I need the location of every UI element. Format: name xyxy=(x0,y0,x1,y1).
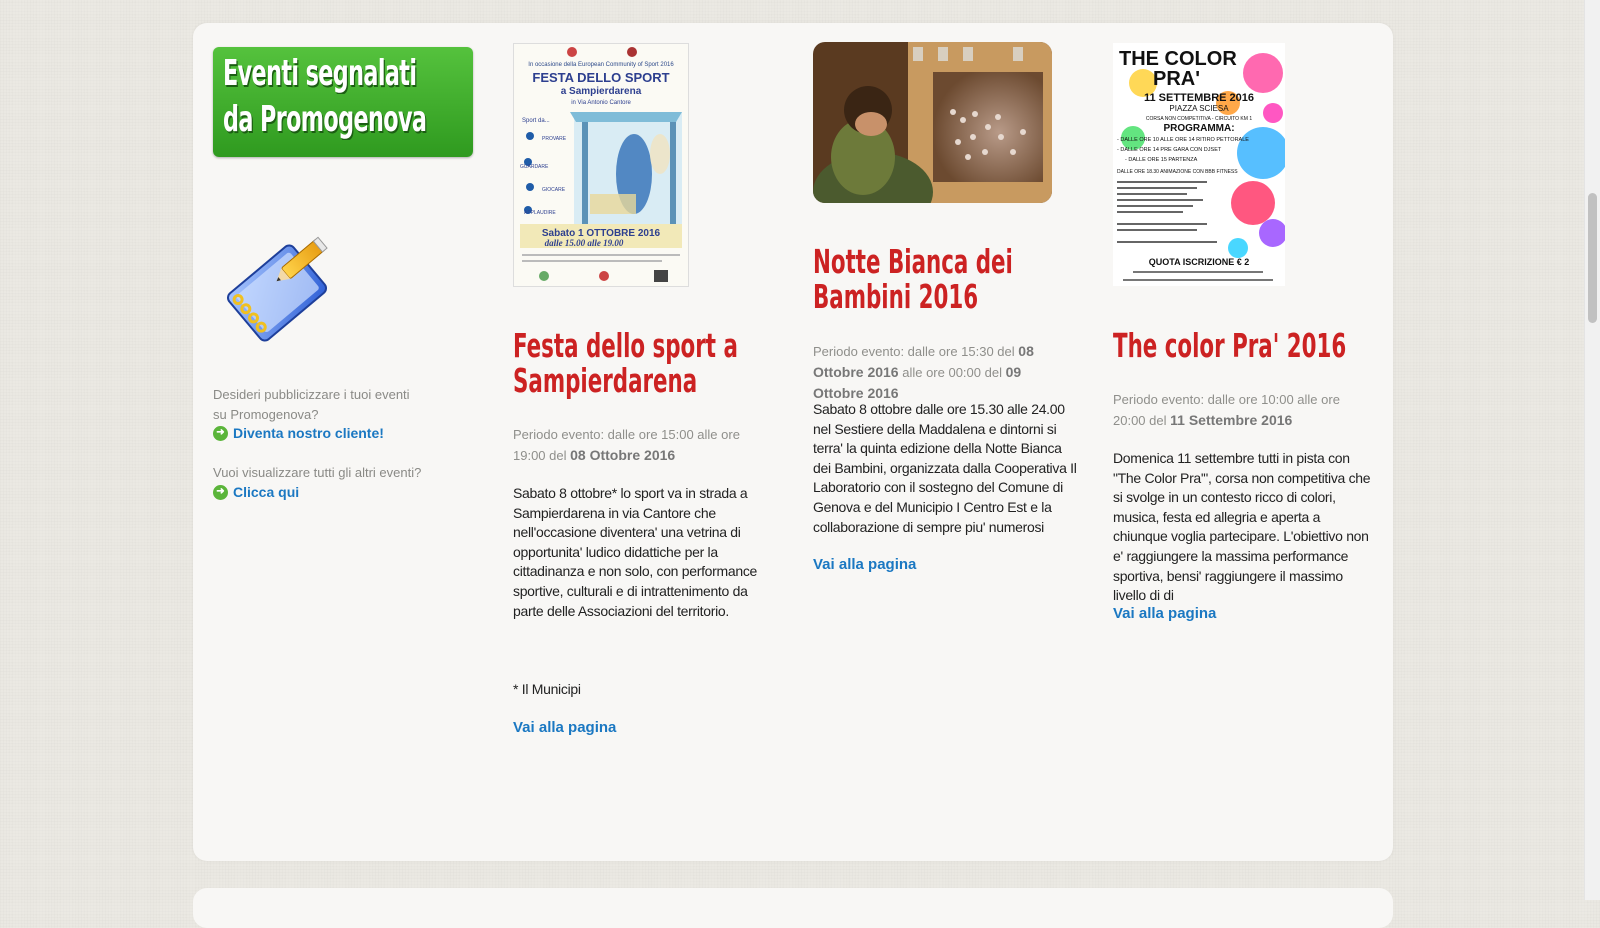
event-period: Periodo evento: dalle ore 15:00 alle ore… xyxy=(513,425,773,466)
arrow-right-icon: ➜ xyxy=(213,484,228,500)
poster-line-8: GIOCARE xyxy=(542,187,566,193)
event-poster-festa-sport[interactable]: In occasione della European Community of… xyxy=(513,43,689,287)
event-period: Periodo evento: dalle ore 15:30 del 08 O… xyxy=(813,341,1073,404)
banner-line-2: da Promogenova xyxy=(223,99,427,140)
poster-line-7: - DALLE ORE 10 ALLE ORE 14 RITIRO PETTOR… xyxy=(1117,137,1249,143)
banner-line-1: Eventi segnalati xyxy=(223,53,417,94)
event-link[interactable]: Vai alla pagina xyxy=(813,556,916,573)
event-footnote: * Il Municipi xyxy=(513,681,581,697)
become-client-link[interactable]: ➜ Diventa nostro cliente! xyxy=(213,425,384,441)
event-period: Periodo evento: dalle ore 10:00 alle ore… xyxy=(1113,390,1373,431)
poster-line-4: PIAZZA SCIESA xyxy=(1169,104,1229,113)
poster-line-1: In occasione della European Community of… xyxy=(528,62,674,68)
event-description: Sabato 8 ottobre dalle ore 15.30 alle 24… xyxy=(813,401,1077,535)
all-events-label: Clicca qui xyxy=(233,484,300,500)
event-poster-color-pra[interactable]: THE COLOR PRA' 11 SETTEMBRE 2016 PIAZZA … xyxy=(1113,43,1285,286)
arrow-right-icon: ➜ xyxy=(213,425,228,441)
all-events-link[interactable]: ➜ Clicca qui xyxy=(213,484,299,500)
poster-line-7: GUARDARE xyxy=(520,164,549,170)
poster-image: THE COLOR PRA' 11 SETTEMBRE 2016 PIAZZA … xyxy=(1113,43,1285,286)
event-description: Sabato 8 ottobre* lo sport va in strada … xyxy=(513,485,758,619)
scrollbar-thumb[interactable] xyxy=(1588,193,1597,323)
poster-line-11: dalle 15.00 alle 19.00 xyxy=(545,238,624,248)
poster-line-9: - DALLE ORE 15 PARTENZA xyxy=(1125,157,1198,163)
poster-line-4: in Via Antonio Cantore xyxy=(571,100,631,106)
become-client-label: Diventa nostro cliente! xyxy=(233,425,384,441)
page-scrollbar[interactable] xyxy=(1584,0,1600,900)
poster-line-2: FESTA DELLO SPORT xyxy=(532,70,669,85)
event-photo xyxy=(813,42,1052,203)
poster-line-1: THE COLOR xyxy=(1119,48,1237,70)
events-panel: Eventi segnalati da Promogenova Desideri… xyxy=(193,23,1393,861)
poster-line-6: PROVARE xyxy=(542,136,567,142)
notebook-pencil-icon xyxy=(226,236,328,342)
event-photo-notte-bianca[interactable] xyxy=(813,42,1052,203)
poster-line-2: PRA' xyxy=(1153,68,1200,90)
event-title[interactable]: Notte Bianca dei Bambini 2016 xyxy=(813,244,1077,314)
poster-line-3: a Sampierdarena xyxy=(561,86,642,97)
poster-line-5: CORSA NON COMPETITIVA - CIRCUITO KM 1 xyxy=(1146,116,1252,122)
event-title[interactable]: Festa dello sport a Sampierdarena xyxy=(513,328,777,398)
publicize-text: Desideri pubblicizzare i tuoi eventi su … xyxy=(213,387,410,422)
period-mid: alle ore 00:00 del xyxy=(902,365,1002,380)
poster-line-5: Sport da... xyxy=(522,118,550,124)
next-panel xyxy=(193,888,1393,928)
event-link[interactable]: Vai alla pagina xyxy=(513,719,616,736)
period-date: 08 Ottobre 2016 xyxy=(570,447,676,463)
poster-line-11: QUOTA ISCRIZIONE € 2 xyxy=(1149,257,1250,267)
all-events-text: Vuoi visualizzare tutti gli altri eventi… xyxy=(213,465,422,480)
poster-image: In occasione della European Community of… xyxy=(514,44,688,286)
poster-line-3: 11 SETTEMBRE 2016 xyxy=(1144,92,1254,104)
poster-line-8: - DALLE ORE 14 PRE GARA CON DJSET xyxy=(1117,147,1222,153)
period-prefix: Periodo evento: dalle ore 15:30 del xyxy=(813,344,1015,359)
poster-line-9: APPLAUDIRE xyxy=(524,210,556,216)
event-title[interactable]: The color Pra' 2016 xyxy=(1113,328,1377,363)
poster-line-6: PROGRAMMA: xyxy=(1163,123,1234,134)
event-description: Domenica 11 settembre tutti in pista con… xyxy=(1113,450,1371,604)
event-link[interactable]: Vai alla pagina xyxy=(1113,605,1216,622)
period-date: 11 Settembre 2016 xyxy=(1170,412,1293,428)
promogenova-banner[interactable]: Eventi segnalati da Promogenova xyxy=(213,47,473,157)
poster-line-10: DALLE ORE 18.30 ANIMAZIONE CON BBB FITNE… xyxy=(1117,169,1238,175)
